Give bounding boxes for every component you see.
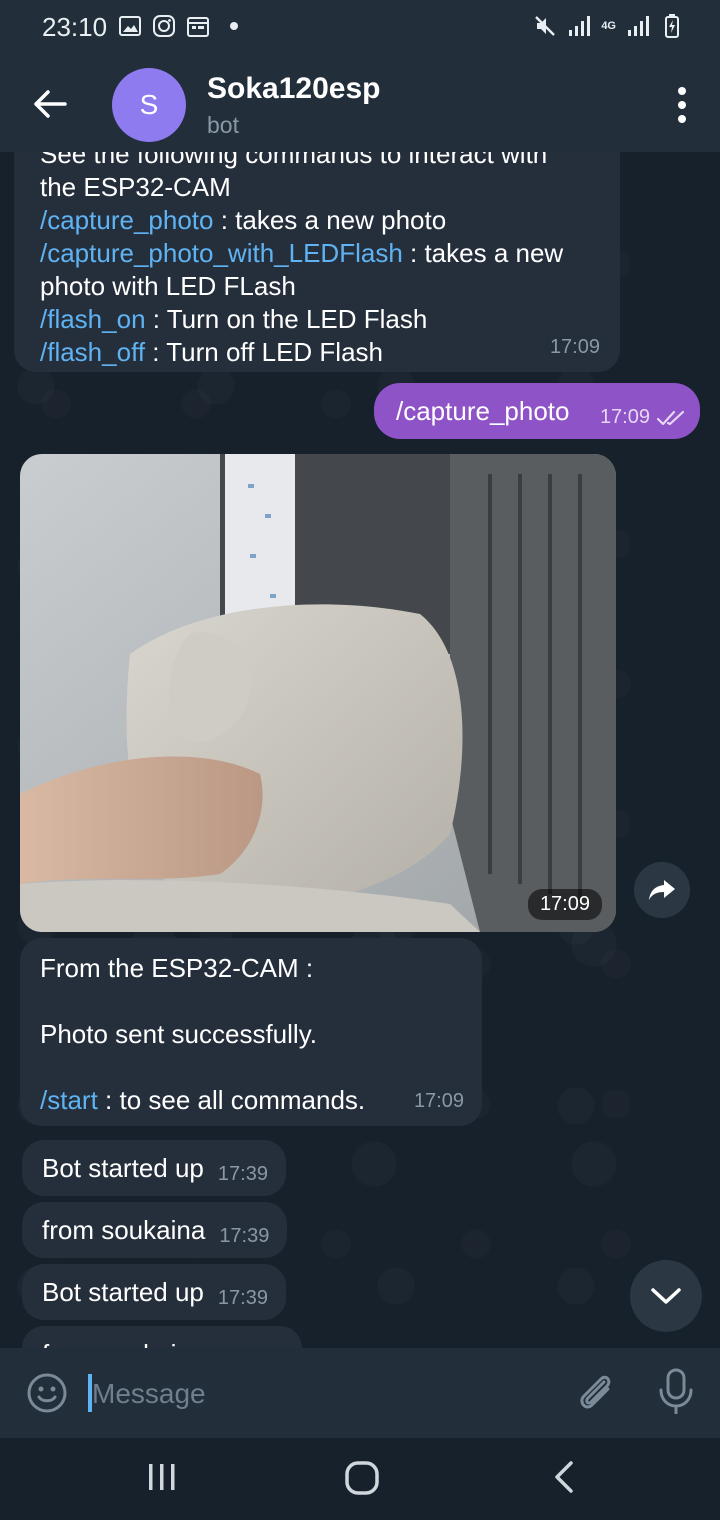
message-bubble-incoming[interactable]: from soukaina [22, 1326, 302, 1348]
message-text: the ESP32-CAM [40, 172, 231, 202]
attach-button[interactable] [574, 1370, 616, 1419]
instagram-icon [152, 14, 176, 38]
more-vertical-icon [678, 87, 686, 95]
back-button[interactable] [24, 78, 76, 130]
calendar-icon [186, 14, 210, 38]
message-text: /capture_photo [396, 395, 570, 426]
status-icons-left [118, 14, 238, 38]
double-check-icon [656, 410, 685, 425]
signal-icon [626, 14, 650, 38]
chat-subtitle: bot [207, 112, 239, 138]
message-bubble-incoming[interactable]: Bot started up 17:39 [22, 1264, 286, 1320]
message-text: from soukaina [42, 1214, 206, 1245]
more-vertical-icon-dot [678, 101, 686, 109]
chat-title[interactable]: Soka120esp [207, 72, 380, 106]
message-text: : takes a new [402, 238, 564, 268]
scroll-down-button[interactable] [630, 1260, 702, 1332]
chat-header: S Soka120esp bot [0, 56, 720, 152]
message-time: 17:39 [217, 1286, 268, 1309]
more-options-button[interactable] [668, 80, 696, 130]
camera-photo [20, 454, 616, 932]
message-list[interactable]: See the following commands to interact w… [0, 152, 720, 1348]
message-text: : takes a new photo [213, 205, 447, 235]
message-text: : Turn on the LED Flash [145, 304, 428, 334]
command-link[interactable]: /flash_on [40, 304, 146, 334]
arrow-left-icon [34, 90, 67, 118]
message-text: From the ESP32-CAM : [40, 953, 314, 983]
command-link[interactable]: /start [40, 1085, 98, 1115]
voice-message-button[interactable] [656, 1368, 696, 1421]
chevron-down-icon [651, 1288, 681, 1304]
status-time: 23:10 [42, 12, 108, 42]
emoji-button[interactable] [26, 1372, 68, 1419]
status-icons-right: 4G [533, 14, 684, 38]
status-bar: 23:10 4G [0, 0, 720, 56]
message-bubble-outgoing[interactable]: /capture_photo 17:09 [374, 383, 700, 439]
photo-message[interactable]: 17:09 [20, 454, 616, 932]
command-link[interactable]: /capture_photo [40, 205, 213, 235]
message-input[interactable] [90, 1372, 564, 1416]
message-time: 17:09 [413, 1090, 464, 1112]
system-back-button[interactable] [552, 1460, 576, 1499]
message-time: 17:39 [219, 1224, 270, 1247]
battery-icon [660, 14, 684, 38]
microphone-icon [659, 1368, 693, 1414]
message-text: photo with LED FLash [40, 271, 296, 301]
gallery-icon [118, 14, 142, 38]
message-bubble-incoming[interactable]: Bot started up 17:39 [22, 1140, 286, 1196]
message-text: Bot started up [42, 1276, 204, 1307]
message-text: from soukaina [42, 1339, 205, 1349]
emoji-icon [27, 1373, 67, 1413]
mute-icon [533, 14, 557, 38]
4g-icon: 4G [601, 20, 616, 32]
forward-button[interactable] [634, 862, 690, 918]
message-bubble-incoming[interactable]: From the ESP32-CAM : Photo sent successf… [20, 938, 482, 1126]
message-time: 17:09 [549, 336, 600, 358]
message-text: Bot started up [42, 1152, 204, 1183]
recent-apps-button[interactable] [146, 1462, 178, 1497]
message-composer [0, 1348, 720, 1438]
system-navigation-bar [0, 1438, 720, 1520]
notification-dot-icon [230, 22, 238, 30]
message-bubble-incoming[interactable]: from soukaina 17:39 [22, 1202, 288, 1258]
avatar[interactable]: S [112, 68, 186, 142]
message-time: 17:39 [217, 1162, 268, 1185]
more-vertical-icon-dot [678, 115, 686, 123]
command-link[interactable]: /capture_photo_with_LEDFlash [40, 238, 403, 268]
message-meta: 17:09 [600, 401, 686, 434]
message-text: See the following commands to interact w… [40, 152, 548, 169]
message-time: 17:09 [599, 406, 650, 428]
home-button[interactable] [344, 1460, 380, 1501]
message-text: : Turn off LED Flash [145, 337, 384, 367]
message-bubble-incoming[interactable]: See the following commands to interact w… [14, 152, 620, 372]
home-icon [345, 1461, 379, 1495]
recent-apps-icon [149, 1464, 175, 1490]
chevron-left-icon [555, 1461, 573, 1493]
share-icon [649, 880, 675, 900]
message-text: : to see all commands. [97, 1085, 366, 1115]
command-link[interactable]: /flash_off [40, 337, 145, 367]
paperclip-icon [580, 1375, 611, 1409]
message-text: Photo sent successfully. [40, 1019, 317, 1049]
signal-icon [567, 14, 591, 38]
message-time: 17:09 [527, 889, 602, 920]
